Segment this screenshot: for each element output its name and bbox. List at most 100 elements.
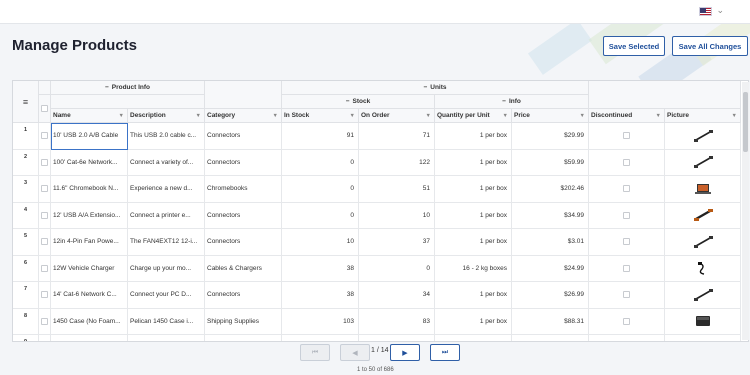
cell-price[interactable]: $3.01 [512,229,589,256]
cell-on-order[interactable]: 0 [359,255,435,282]
cell-name[interactable]: 100' Cat-6e Network... [51,149,128,176]
cell-on-order[interactable]: 37 [359,229,435,256]
row-checkbox[interactable] [41,185,48,193]
cell-discontinued[interactable] [589,149,665,176]
row-select-cell[interactable] [39,282,51,309]
column-header-description[interactable]: Description ▼ [128,109,205,123]
cell-price[interactable]: $24.99 [512,255,589,282]
discontinued-checkbox[interactable] [623,238,630,246]
cell-category[interactable]: Shipping Supplies [205,308,282,335]
save-all-changes-button[interactable]: Save All Changes [672,36,748,56]
discontinued-checkbox[interactable] [623,291,630,299]
discontinued-checkbox[interactable] [623,211,630,219]
row-select-cell[interactable] [39,123,51,150]
cell-description[interactable]: Connect a variety of... [128,149,205,176]
row-select-cell[interactable] [39,202,51,229]
group-info[interactable]: − Info [435,95,589,109]
cell-name[interactable]: 14' Cat-6 Network C... [51,282,128,309]
discontinued-checkbox[interactable] [623,317,630,325]
cell-on-order[interactable]: 51 [359,176,435,203]
cell-name[interactable]: 12W Vehicle Charger [51,255,128,282]
row-checkbox[interactable] [41,211,48,219]
filter-icon[interactable]: ▼ [656,113,661,119]
cell-name[interactable]: 12in 4-Pin Fan Powe... [51,229,128,256]
cell-price[interactable] [512,335,589,341]
last-page-button[interactable]: ⏭ [430,344,460,361]
discontinued-checkbox[interactable] [623,264,630,272]
filter-icon[interactable]: ▼ [273,113,278,119]
cell-price[interactable]: $34.99 [512,202,589,229]
cell-picture[interactable] [665,176,741,203]
save-selected-button[interactable]: Save Selected [603,36,665,56]
cell-discontinued[interactable] [589,308,665,335]
cell-in-stock[interactable]: 0 [282,202,359,229]
cell-in-stock[interactable]: 91 [282,123,359,150]
row-checkbox[interactable] [41,291,48,299]
cell-picture[interactable] [665,282,741,309]
cell-name[interactable] [51,335,128,341]
cell-qty-per-unit[interactable]: 1 per box [435,308,512,335]
cell-discontinued[interactable] [589,255,665,282]
row-select-cell[interactable] [39,176,51,203]
group-product-info[interactable]: − Product Info [51,81,205,95]
cell-picture[interactable] [665,335,741,341]
first-page-button[interactable]: ⏮ [300,344,330,361]
cell-category[interactable]: Cables & Chargers [205,255,282,282]
cell-picture[interactable] [665,202,741,229]
cell-on-order[interactable]: 83 [359,308,435,335]
column-header-name[interactable]: Name ▼ [51,109,128,123]
cell-on-order[interactable]: 71 [359,123,435,150]
cell-in-stock[interactable]: 103 [282,308,359,335]
select-all-checkbox[interactable] [41,105,48,112]
filter-icon[interactable]: ▼ [580,113,585,119]
cell-description[interactable] [128,335,205,341]
cell-in-stock[interactable]: 38 [282,255,359,282]
select-all-checkbox-cell[interactable] [39,95,51,123]
filter-icon[interactable]: ▼ [503,113,508,119]
cell-picture[interactable] [665,149,741,176]
previous-page-button[interactable]: ◀ [340,344,370,361]
discontinued-checkbox[interactable] [623,185,630,193]
cell-description[interactable]: Charge up your mo... [128,255,205,282]
column-header-discontinued[interactable]: Discontinued ▼ [589,109,665,123]
row-checkbox[interactable] [41,264,48,272]
cell-discontinued[interactable] [589,123,665,150]
cell-price[interactable]: $202.46 [512,176,589,203]
cell-picture[interactable] [665,255,741,282]
cell-on-order[interactable]: 34 [359,282,435,309]
row-select-cell[interactable] [39,335,51,341]
next-page-button[interactable]: ▶ [390,344,420,361]
column-menu-button[interactable]: ≡ [13,81,39,123]
cell-price[interactable]: $88.31 [512,308,589,335]
cell-picture[interactable] [665,123,741,150]
cell-qty-per-unit[interactable]: 1 per box [435,176,512,203]
collapse-icon[interactable]: − [502,98,506,105]
row-checkbox[interactable] [41,317,48,325]
cell-description[interactable]: The FAN4EXT12 12-i... [128,229,205,256]
row-checkbox[interactable] [41,132,48,140]
cell-qty-per-unit[interactable]: 1 per box [435,123,512,150]
cell-category[interactable]: Chromebooks [205,176,282,203]
cell-in-stock[interactable]: 0 [282,149,359,176]
group-units[interactable]: − Units [282,81,589,95]
column-header-qty-per-unit[interactable]: Quantity per Unit ▼ [435,109,512,123]
cell-in-stock[interactable]: 10 [282,229,359,256]
cell-description[interactable]: This USB 2.0 cable c... [128,123,205,150]
cell-discontinued[interactable] [589,202,665,229]
row-select-cell[interactable] [39,149,51,176]
cell-name[interactable]: 1450 Case (No Foam... [51,308,128,335]
cell-description[interactable]: Experience a new d... [128,176,205,203]
cell-price[interactable]: $29.99 [512,123,589,150]
row-checkbox[interactable] [41,158,48,166]
cell-name[interactable]: 10' USB 2.0 A/B Cable [51,123,128,150]
discontinued-checkbox[interactable] [623,132,630,140]
column-header-price[interactable]: Price ▼ [512,109,589,123]
cell-qty-per-unit[interactable]: 1 per box [435,149,512,176]
cell-qty-per-unit[interactable]: 1 per box [435,202,512,229]
cell-qty-per-unit[interactable]: 1 per box [435,229,512,256]
cell-price[interactable]: $26.99 [512,282,589,309]
group-stock[interactable]: − Stock [282,95,435,109]
cell-in-stock[interactable] [282,335,359,341]
cell-on-order[interactable]: 10 [359,202,435,229]
cell-description[interactable]: Connect your PC D... [128,282,205,309]
